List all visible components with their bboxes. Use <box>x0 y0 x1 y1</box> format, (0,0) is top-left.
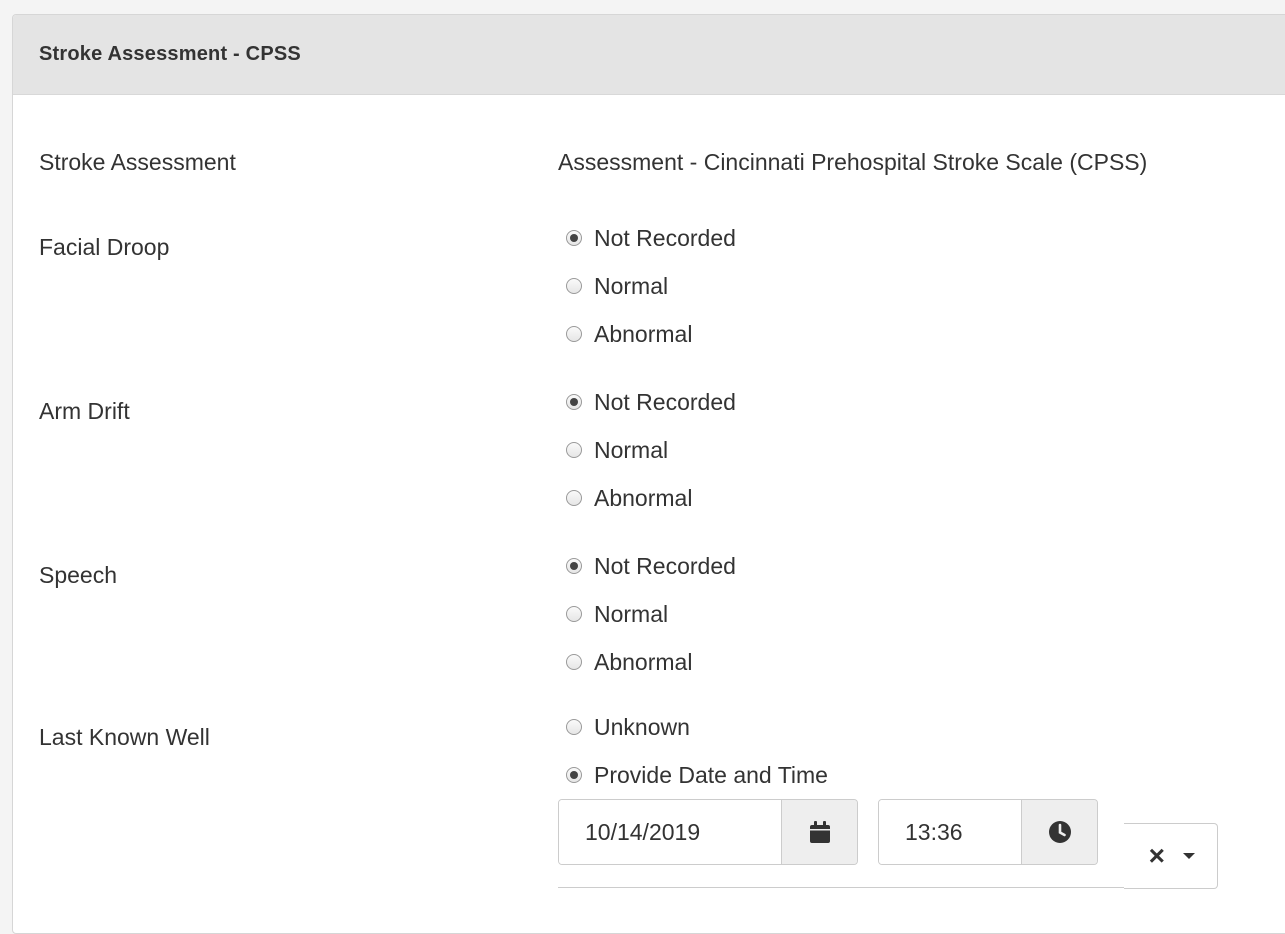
radio-button[interactable] <box>566 230 582 246</box>
radio-button[interactable] <box>566 442 582 458</box>
radio-button[interactable] <box>566 767 582 783</box>
time-input[interactable] <box>879 800 1021 864</box>
option-label: Not Recorded <box>594 224 736 251</box>
close-icon[interactable]: × <box>1149 842 1165 870</box>
stroke-assessment-panel: Stroke Assessment - CPSS Stroke Assessme… <box>12 14 1285 934</box>
option-label: Normal <box>594 600 669 627</box>
radio-button[interactable] <box>566 394 582 410</box>
option-label: Normal <box>594 272 669 299</box>
facial-droop-option-abnormal[interactable]: Abnormal <box>566 310 736 358</box>
select-underline <box>558 887 1124 888</box>
radio-button[interactable] <box>566 558 582 574</box>
option-label: Not Recorded <box>594 388 736 415</box>
arm-drift-radio-group: Not Recorded Normal Abnormal <box>566 378 736 522</box>
last-known-well-datetime: × <box>558 799 1228 889</box>
speech-radio-group: Not Recorded Normal Abnormal <box>566 542 736 686</box>
arm-drift-option-normal[interactable]: Normal <box>566 426 736 474</box>
last-known-well-label: Last Known Well <box>39 724 210 750</box>
date-input[interactable] <box>559 800 781 864</box>
option-label: Abnormal <box>594 320 693 347</box>
arm-drift-label: Arm Drift <box>39 398 130 424</box>
stroke-assessment-label: Stroke Assessment <box>39 149 236 175</box>
option-label: Not Recorded <box>594 552 736 579</box>
radio-button[interactable] <box>566 719 582 735</box>
arm-drift-option-abnormal[interactable]: Abnormal <box>566 474 736 522</box>
option-label: Unknown <box>594 713 690 740</box>
caret-down-icon[interactable] <box>1183 853 1195 859</box>
facial-droop-radio-group: Not Recorded Normal Abnormal <box>566 214 736 358</box>
calendar-icon <box>809 821 830 843</box>
facial-droop-option-normal[interactable]: Normal <box>566 262 736 310</box>
speech-option-normal[interactable]: Normal <box>566 590 736 638</box>
last-known-well-radio-group: Unknown Provide Date and Time <box>566 703 828 799</box>
radio-button[interactable] <box>566 490 582 506</box>
date-picker-button[interactable] <box>781 800 857 864</box>
last-known-well-option-provide-date-time[interactable]: Provide Date and Time <box>566 751 828 799</box>
option-label: Normal <box>594 436 669 463</box>
panel-header: Stroke Assessment - CPSS <box>13 15 1285 95</box>
stroke-assessment-value: Assessment - Cincinnati Prehospital Stro… <box>558 149 1148 175</box>
arm-drift-option-not-recorded[interactable]: Not Recorded <box>566 378 736 426</box>
speech-option-not-recorded[interactable]: Not Recorded <box>566 542 736 590</box>
time-input-group <box>878 799 1098 865</box>
radio-button[interactable] <box>566 278 582 294</box>
speech-label: Speech <box>39 562 118 588</box>
option-label: Provide Date and Time <box>594 761 828 788</box>
timezone-select[interactable]: × <box>1124 823 1218 889</box>
speech-option-abnormal[interactable]: Abnormal <box>566 638 736 686</box>
date-input-group <box>558 799 858 865</box>
radio-button[interactable] <box>566 606 582 622</box>
clock-icon <box>1048 821 1071 843</box>
option-label: Abnormal <box>594 484 693 511</box>
facial-droop-option-not-recorded[interactable]: Not Recorded <box>566 214 736 262</box>
option-label: Abnormal <box>594 648 693 675</box>
radio-button[interactable] <box>566 654 582 670</box>
last-known-well-option-unknown[interactable]: Unknown <box>566 703 828 751</box>
time-picker-button[interactable] <box>1021 800 1097 864</box>
facial-droop-label: Facial Droop <box>39 234 170 260</box>
panel-title: Stroke Assessment - CPSS <box>39 43 301 65</box>
radio-button[interactable] <box>566 326 582 342</box>
